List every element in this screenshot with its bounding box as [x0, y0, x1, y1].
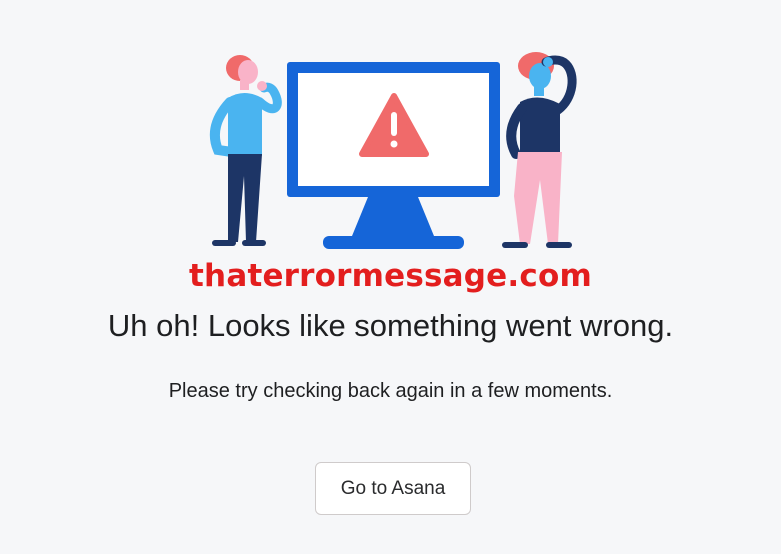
person-right-icon	[502, 52, 577, 248]
person-left-icon	[210, 55, 282, 246]
watermark-text: thaterrormessage.com	[189, 258, 592, 294]
error-message: Please try checking back again in a few …	[168, 380, 613, 402]
error-page: thaterrormessage.com Uh oh! Looks like s…	[0, 0, 781, 554]
error-illustration-icon	[210, 52, 577, 249]
go-to-asana-button-label: Go to Asana	[340, 477, 446, 499]
error-title: Uh oh! Looks like something went wrong.	[107, 308, 674, 343]
go-to-asana-button[interactable]: Go to Asana	[315, 462, 471, 515]
